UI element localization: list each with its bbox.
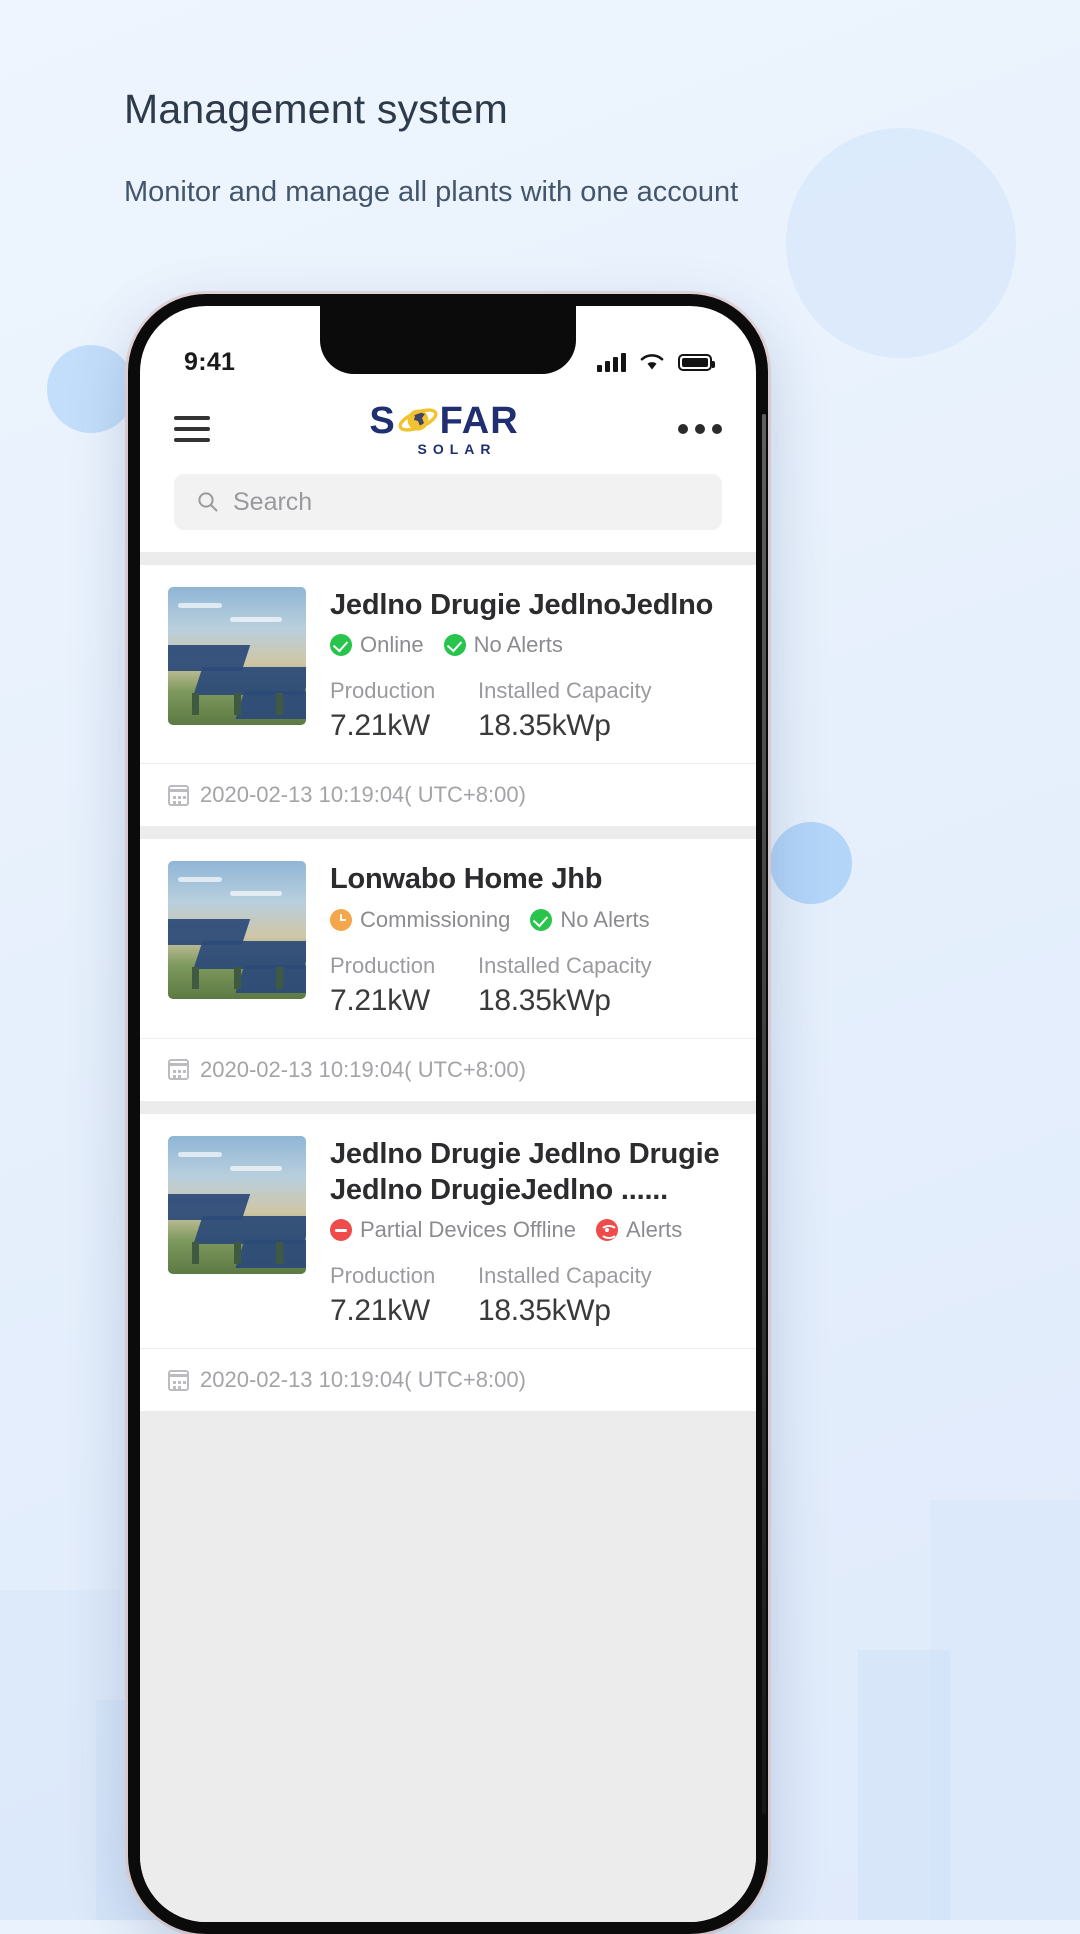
status-badge: Partial Devices Offline <box>330 1217 576 1243</box>
page-title: Management system <box>124 86 508 132</box>
metric-label: Installed Capacity <box>478 678 652 704</box>
metric-value: 7.21kW <box>330 709 430 743</box>
status-badge: No Alerts <box>530 906 650 933</box>
metric-production: Production 7.21kW <box>330 678 478 743</box>
plant-card-footer: 2020-02-13 10:19:04( UTC+8:00) <box>140 763 756 826</box>
plant-metrics: Production 7.21kW Installed Capacity 18.… <box>330 953 728 1018</box>
cellular-signal-icon <box>597 352 626 372</box>
plant-status-badges: Commissioning No Alerts <box>330 907 728 933</box>
battery-full-icon <box>678 353 715 371</box>
metric-production: Production 7.21kW <box>330 953 478 1018</box>
metric-value: 18.35kWp <box>478 1294 611 1327</box>
check-circle-icon <box>443 634 466 657</box>
sofar-solar-logo: S FAR SOLAR <box>369 402 518 456</box>
search-input[interactable]: Search <box>174 474 722 530</box>
plant-name: Lonwabo Home Jhb <box>330 863 603 896</box>
plant-status-badges: Partial Devices Offline Alerts <box>330 1217 728 1243</box>
plant-thumbnail <box>168 861 306 1000</box>
hamburger-menu-icon[interactable] <box>174 416 210 442</box>
plant-info: Lonwabo Home Jhb Commissioning No Alerts <box>330 861 728 1017</box>
metric-production: Production 7.21kW <box>330 1263 478 1328</box>
plant-thumbnail <box>168 1135 306 1274</box>
phone-screen: 9:41 S FAR SOLAR Search Jedlno Drugie Je… <box>140 306 756 1922</box>
plant-card-footer: 2020-02-13 10:19:04( UTC+8:00) <box>140 1348 756 1411</box>
decorative-circle-left <box>47 345 135 433</box>
list-gap <box>140 552 756 565</box>
check-circle-icon <box>530 908 553 931</box>
search-placeholder: Search <box>233 487 313 516</box>
status-badge-label: Alerts <box>626 1217 683 1242</box>
search-section: Search <box>140 466 756 552</box>
more-options-icon[interactable] <box>677 424 722 434</box>
status-bar-time: 9:41 <box>184 347 236 376</box>
metric-value: 7.21kW <box>330 983 430 1017</box>
metric-label: Installed Capacity <box>478 1263 652 1288</box>
clock-circle-icon <box>330 908 352 931</box>
status-badge: Commissioning <box>330 907 510 933</box>
decorative-circle-right <box>770 822 852 904</box>
metric-value: 18.35kWp <box>478 709 611 743</box>
broadcast-alert-icon <box>596 1219 619 1241</box>
plant-metrics: Production 7.21kW Installed Capacity 18.… <box>330 678 728 743</box>
plant-timestamp: 2020-02-13 10:19:04( UTC+8:00) <box>200 782 526 808</box>
plant-name: Jedlno Drugie Jedlno Drugie Jedlno Drugi… <box>330 1137 720 1206</box>
minus-circle-icon <box>330 1219 352 1241</box>
plant-card-body: Jedlno Drugie JedlnoJedlno Online No Ale… <box>140 565 756 763</box>
status-badge-label: Partial Devices Offline <box>360 1217 577 1242</box>
logo-wordmark: S FAR <box>369 402 518 440</box>
calendar-icon <box>168 784 189 806</box>
plant-metrics: Production 7.21kW Installed Capacity 18.… <box>330 1263 728 1328</box>
search-icon <box>198 492 218 512</box>
wifi-icon <box>640 354 664 370</box>
plant-list[interactable]: Jedlno Drugie JedlnoJedlno Online No Ale… <box>140 552 756 1922</box>
status-badge: No Alerts <box>443 632 563 658</box>
plant-status-badges: Online No Alerts <box>330 632 728 658</box>
metric-installed-capacity: Installed Capacity 18.35kWp <box>478 953 652 1018</box>
plant-info: Jedlno Drugie Jedlno Drugie Jedlno Drugi… <box>330 1136 728 1329</box>
status-badge-label: Online <box>360 632 424 658</box>
plant-timestamp: 2020-02-13 10:19:04( UTC+8:00) <box>200 1056 526 1082</box>
logo-letters-far: FAR <box>439 400 519 442</box>
check-circle-icon <box>330 634 352 657</box>
metric-installed-capacity: Installed Capacity 18.35kWp <box>478 1263 652 1328</box>
logo-letter-s: S <box>369 400 396 442</box>
calendar-icon <box>168 1059 189 1080</box>
plant-card-body: Jedlno Drugie Jedlno Drugie Jedlno Drugi… <box>140 1114 756 1349</box>
logo-tagline: SOLAR <box>417 441 497 457</box>
status-badge: Alerts <box>596 1217 682 1243</box>
status-badge-label: No Alerts <box>473 632 563 658</box>
metric-label: Production <box>330 678 436 704</box>
plant-thumbnail <box>168 587 306 725</box>
phone-mockup: 9:41 S FAR SOLAR Search Jedlno Drugie Je… <box>128 294 768 1934</box>
decorative-building-4 <box>858 1650 950 1920</box>
metric-installed-capacity: Installed Capacity 18.35kWp <box>478 678 652 743</box>
list-bottom-space <box>140 1411 756 1651</box>
plant-card[interactable]: Jedlno Drugie Jedlno Drugie Jedlno Drugi… <box>140 1113 756 1411</box>
plant-card[interactable]: Lonwabo Home Jhb Commissioning No Alerts <box>140 839 756 1101</box>
status-bar-icons <box>597 352 715 372</box>
headline-block: Management system Monitor and manage all… <box>124 86 824 216</box>
planet-icon <box>397 404 439 438</box>
metric-label: Installed Capacity <box>478 952 652 978</box>
calendar-icon <box>168 1369 189 1391</box>
status-bar: 9:41 <box>140 306 756 392</box>
metric-value: 18.35kWp <box>478 983 611 1017</box>
list-gap <box>140 1100 756 1114</box>
plant-name: Jedlno Drugie JedlnoJedlno <box>330 589 714 621</box>
app-nav-bar: S FAR SOLAR <box>140 392 756 466</box>
page-subtitle: Monitor and manage all plants with one a… <box>124 176 739 209</box>
plant-info: Jedlno Drugie JedlnoJedlno Online No Ale… <box>330 587 728 743</box>
list-gap <box>140 826 756 840</box>
plant-card[interactable]: Jedlno Drugie JedlnoJedlno Online No Ale… <box>140 565 756 827</box>
status-badge-label: Commissioning <box>360 906 511 932</box>
decorative-building-3 <box>930 1500 1080 1920</box>
plant-card-footer: 2020-02-13 10:19:04( UTC+8:00) <box>140 1037 756 1101</box>
metric-value: 7.21kW <box>330 1294 430 1327</box>
plant-card-body: Lonwabo Home Jhb Commissioning No Alerts <box>140 839 756 1037</box>
metric-label: Production <box>330 1263 436 1288</box>
metric-label: Production <box>330 952 436 978</box>
status-badge-label: No Alerts <box>560 906 650 932</box>
status-badge: Online <box>330 632 424 658</box>
plant-timestamp: 2020-02-13 10:19:04( UTC+8:00) <box>200 1367 526 1392</box>
